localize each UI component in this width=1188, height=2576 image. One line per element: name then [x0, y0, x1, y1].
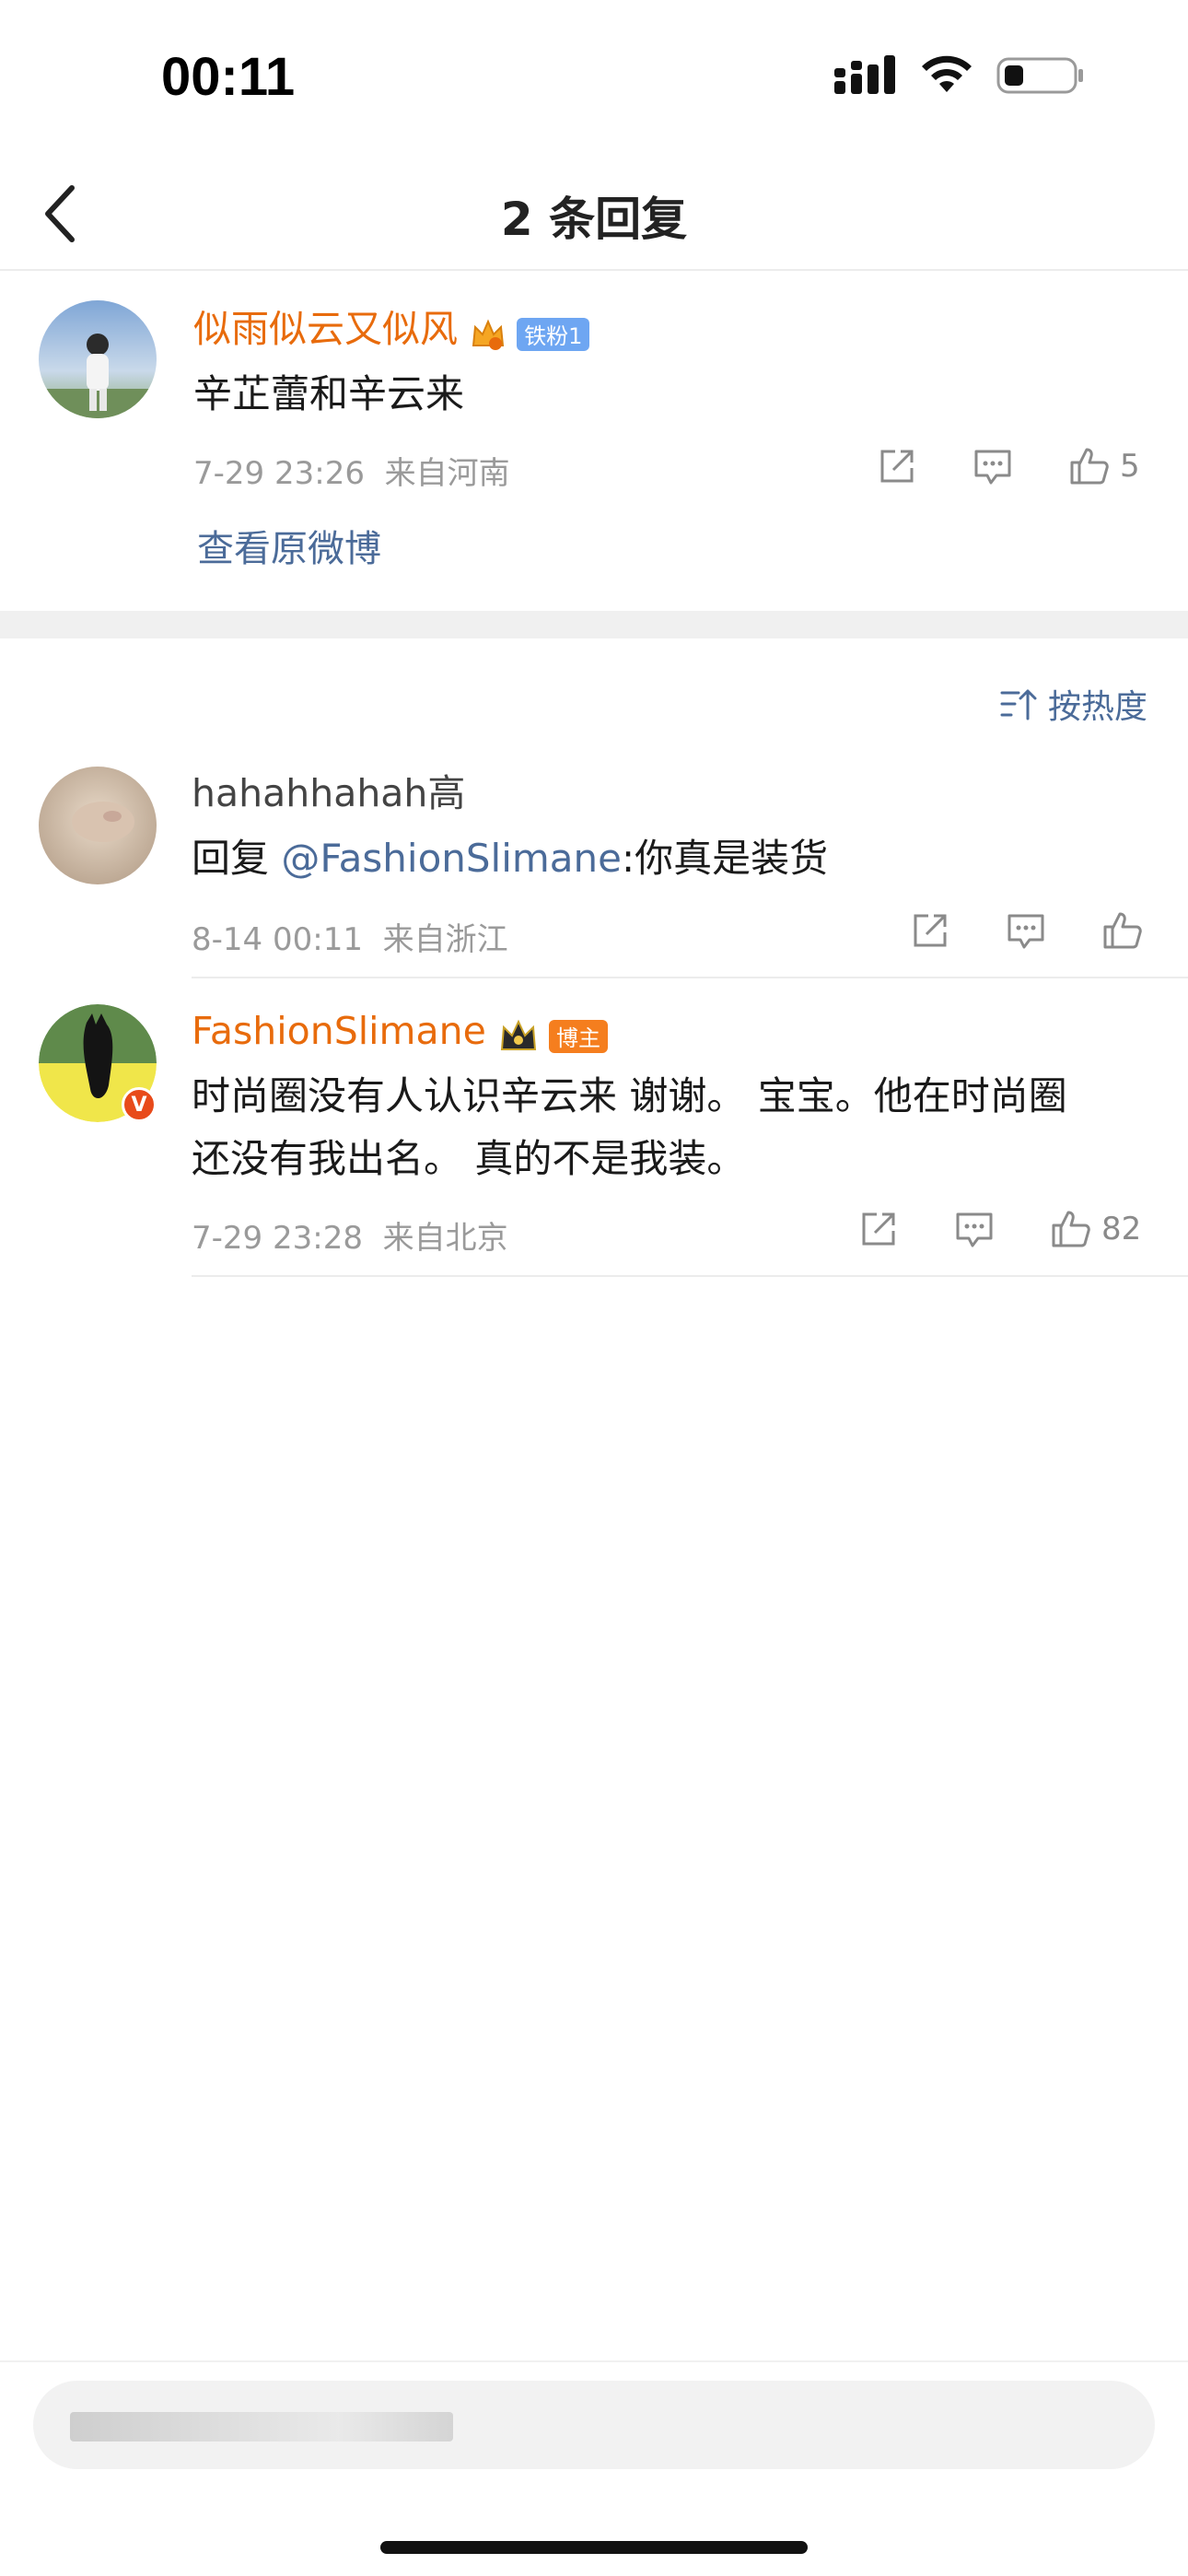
view-original-link[interactable]: 查看原微博 — [197, 519, 381, 572]
status-time: 00:11 — [161, 47, 296, 107]
sort-button[interactable]: 按热度 — [998, 680, 1147, 728]
share-icon[interactable] — [908, 908, 952, 953]
comment-icon[interactable] — [952, 1207, 996, 1251]
share-icon[interactable] — [856, 1207, 901, 1251]
crown-icon — [500, 1019, 537, 1050]
reply-prefix: 回复 — [192, 836, 282, 881]
page-title: 2 条回复 — [500, 193, 688, 246]
input-placeholder-bar — [70, 2412, 453, 2441]
battery-icon — [996, 57, 1083, 94]
screen: 00:11 2 条回复 似雨似云又似风 铁粉1 辛芷蕾和辛云来 7-29 23:… — [0, 0, 1188, 2576]
share-icon[interactable] — [875, 444, 919, 488]
like-icon[interactable] — [1100, 908, 1144, 953]
verified-mark: V — [131, 1093, 147, 1117]
username-row: 似雨似云又似风 铁粉1 — [193, 306, 590, 357]
bottom-bar-divider — [0, 2360, 1188, 2362]
avatar[interactable]: V — [39, 1004, 157, 1122]
fan-badge: 铁粉1 — [517, 317, 590, 351]
comment-text: 辛芷蕾和辛云来 — [193, 371, 465, 416]
like-count: 82 — [1101, 1211, 1142, 1247]
avatar[interactable] — [39, 300, 157, 418]
cellular-signal-icon — [834, 55, 895, 94]
reply-text-line-2: 还没有我出名。 真的不是我装。 — [192, 1136, 746, 1181]
reply-input[interactable] — [33, 2381, 1155, 2469]
status-icons — [834, 55, 1085, 96]
verified-badge: V — [122, 1087, 157, 1122]
crown-icon — [472, 318, 505, 350]
section-divider — [0, 611, 1188, 638]
avatar-image — [39, 767, 157, 884]
avatar[interactable] — [39, 767, 157, 884]
home-indicator — [380, 2541, 808, 2554]
sort-label: 按热度 — [1047, 688, 1147, 726]
username[interactable]: 似雨似云又似风 — [193, 307, 458, 351]
reply-meta: 7-29 23:28 来自北京 — [192, 1220, 508, 1257]
reply-text-line-1: 时尚圈没有人认识辛云来 谢谢。 宝宝。他在时尚圈 — [192, 1073, 1067, 1118]
nav-bar: 2 条回复 — [0, 157, 1188, 271]
comment-icon[interactable] — [971, 444, 1015, 488]
like-count: 5 — [1120, 448, 1140, 485]
username-row: FashionSlimane 博主 — [192, 1008, 609, 1059]
row-divider — [192, 1275, 1188, 1277]
comment-icon[interactable] — [1004, 908, 1048, 953]
comment-meta: 7-29 23:26 来自河南 — [193, 455, 510, 492]
like-icon[interactable] — [1066, 444, 1111, 488]
comment-actions: 5 — [875, 444, 1140, 488]
reply-body: :你真是装货 — [622, 836, 829, 881]
reply-text: 回复 @FashionSlimane:你真是装货 — [192, 827, 828, 890]
mention-link[interactable]: @FashionSlimane — [281, 836, 622, 881]
sort-icon — [1000, 689, 1037, 720]
owner-badge: 博主 — [549, 1019, 609, 1053]
row-divider — [192, 977, 1188, 978]
status-bar: 00:11 — [0, 0, 1188, 157]
reply-text: 时尚圈没有人认识辛云来 谢谢。 宝宝。他在时尚圈 还没有我出名。 真的不是我装。 — [192, 1065, 1067, 1190]
wifi-icon — [922, 55, 972, 92]
username[interactable]: FashionSlimane — [192, 1009, 486, 1053]
reply-meta: 8-14 00:11 来自浙江 — [192, 921, 508, 958]
like-icon[interactable] — [1048, 1207, 1092, 1251]
avatar-image — [39, 300, 157, 418]
username[interactable]: hahahhahah高 — [192, 770, 465, 816]
reply-actions — [908, 908, 1144, 953]
reply-actions: 82 — [856, 1207, 1141, 1251]
